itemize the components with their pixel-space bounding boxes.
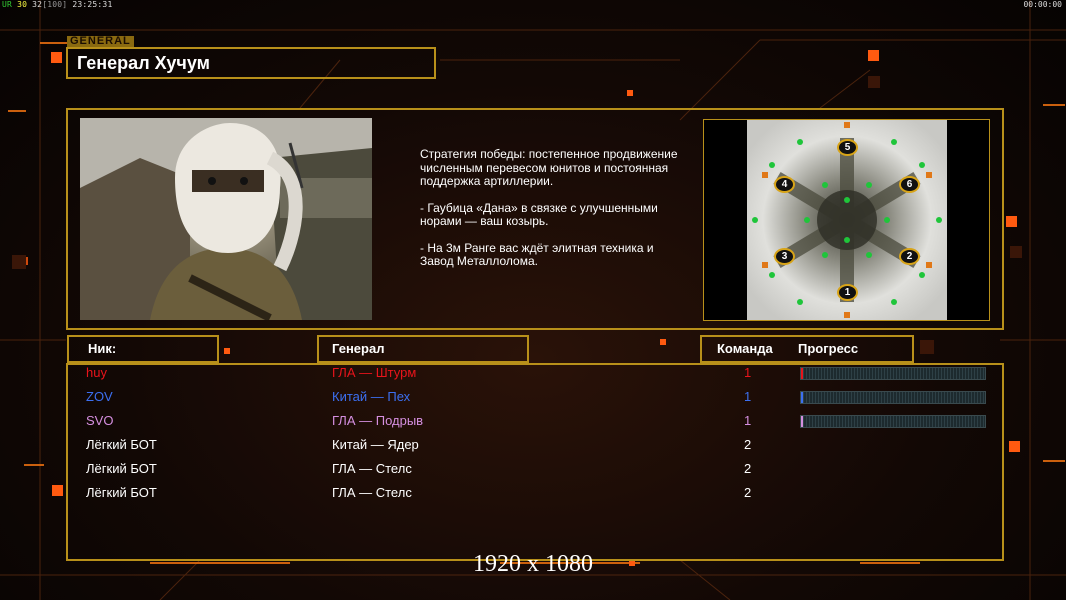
player-nick: Лёгкий БОТ	[86, 485, 157, 500]
player-team: 2	[744, 461, 752, 476]
player-team: 2	[744, 485, 752, 500]
hud-timer: 00:00:00	[1023, 0, 1062, 9]
player-general: ГЛА — Подрыв	[332, 413, 424, 428]
start-position-1[interactable]: 1	[837, 284, 858, 301]
player-team: 1	[744, 413, 752, 428]
player-team: 1	[744, 365, 752, 380]
map-start-positions: 5 4 6 3 2 1	[747, 120, 947, 320]
column-header-team-progress: Команда Прогресс	[700, 335, 914, 363]
start-position-3[interactable]: 3	[774, 248, 795, 265]
player-nick: Лёгкий БОТ	[86, 437, 157, 452]
player-general: Китай — Пех	[332, 389, 411, 404]
start-position-4[interactable]: 4	[774, 176, 795, 193]
strategy-paragraph-3: - На 3м Ранге вас ждёт элитная техника и…	[420, 240, 654, 268]
column-header-general: Генерал	[317, 335, 529, 363]
player-general: ГЛА — Стелс	[332, 461, 412, 476]
player-nick: SVO	[86, 413, 114, 428]
player-progress-bar	[800, 391, 986, 404]
hud-stat-1: UR	[2, 0, 13, 9]
resolution-label: 1920 x 1080	[473, 551, 593, 577]
hud-stat-4: [100]	[42, 0, 68, 9]
player-general: ГЛА — Стелс	[332, 485, 412, 500]
player-nick: huy	[86, 365, 107, 380]
general-name: Генерал Хучум	[77, 53, 210, 73]
hud-stat-2: 30	[17, 0, 28, 9]
player-nick: ZOV	[86, 389, 113, 404]
player-nick: Лёгкий БОТ	[86, 461, 157, 476]
start-position-5[interactable]: 5	[837, 139, 858, 156]
hud-clock: 23:25:31	[72, 0, 113, 9]
player-team: 1	[744, 389, 752, 404]
column-header-nick: Ник:	[67, 335, 219, 363]
map-preview[interactable]: 5 4 6 3 2 1	[747, 120, 947, 320]
player-team: 2	[744, 437, 752, 452]
hud-stats: UR 30 32[100] 23:25:31	[2, 0, 112, 9]
player-general: ГЛА — Штурм	[332, 365, 417, 380]
player-general: Китай — Ядер	[332, 437, 419, 452]
strategy-text: Стратегия победы: постепенное продвижени…	[420, 147, 680, 282]
general-portrait	[80, 118, 372, 320]
column-header-team-label: Команда	[717, 341, 773, 356]
start-position-6[interactable]: 6	[899, 176, 920, 193]
general-title-box: Генерал Хучум	[66, 47, 436, 79]
hud-stat-3: 32	[32, 0, 43, 9]
column-header-general-label: Генерал	[332, 341, 385, 356]
start-position-2[interactable]: 2	[899, 248, 920, 265]
strategy-paragraph-1: Стратегия победы: постепенное продвижени…	[420, 147, 678, 188]
column-header-nick-label: Ник:	[88, 341, 117, 356]
player-progress-bar	[800, 367, 986, 380]
strategy-paragraph-2: - Гаубица «Дана» в связке с улучшенными …	[420, 200, 658, 228]
player-progress-bar	[800, 415, 986, 428]
column-header-progress-label: Прогресс	[798, 341, 859, 356]
general-tag: GENERAL	[67, 36, 134, 47]
